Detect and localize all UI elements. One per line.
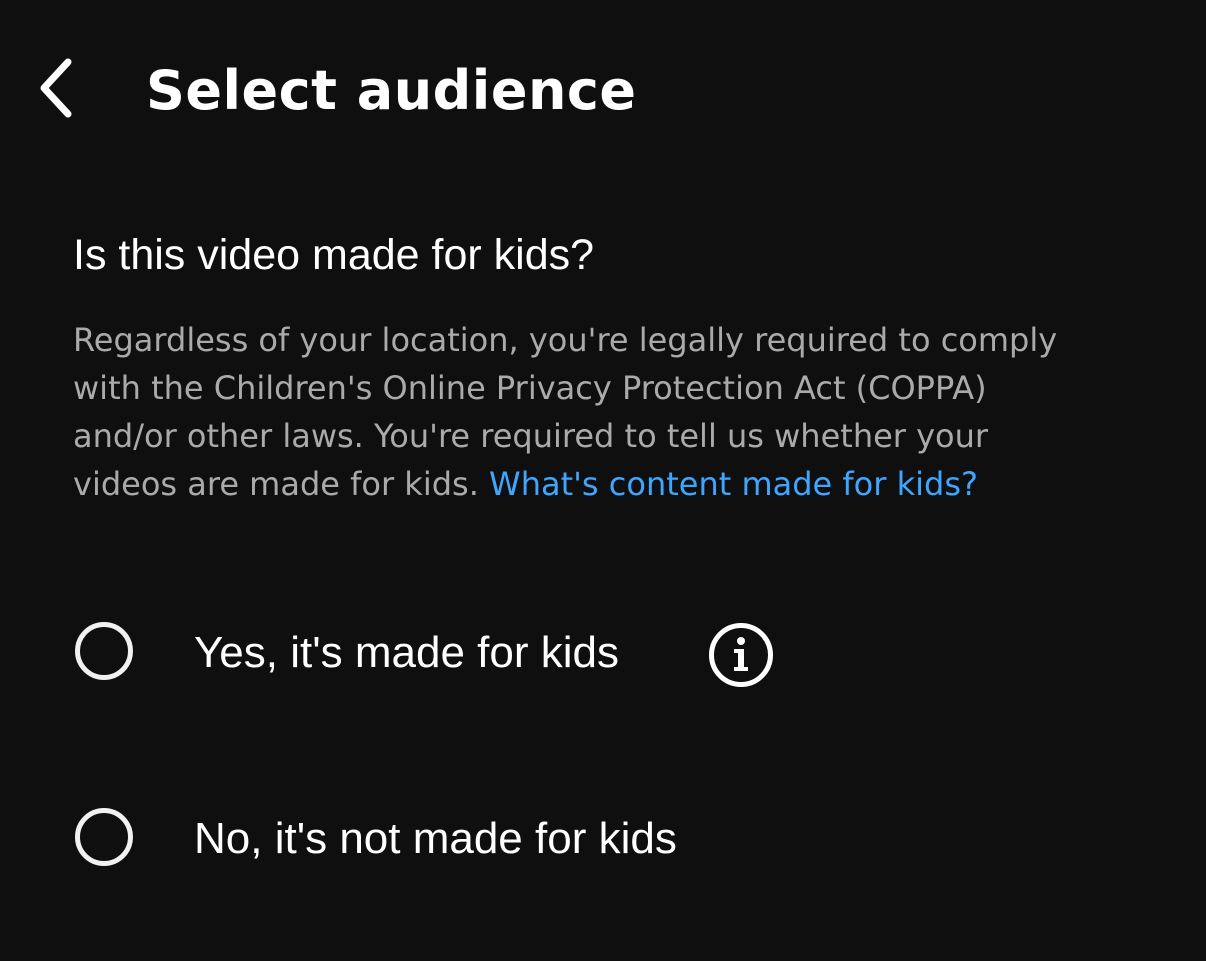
- header-bar: Select audience: [0, 0, 1206, 180]
- description-line-text: videos are made for kids.: [73, 465, 490, 503]
- radio-button-yes[interactable]: [75, 622, 133, 680]
- chevron-left-icon: [40, 58, 72, 118]
- content-made-for-kids-link[interactable]: What's content made for kids?: [489, 465, 978, 503]
- option-no-label: No, it's not made for kids: [194, 814, 677, 863]
- page-title: Select audience: [146, 59, 637, 122]
- description-line: with the Children's Online Privacy Prote…: [73, 369, 987, 407]
- radio-button-no[interactable]: [75, 808, 133, 866]
- info-button[interactable]: [708, 622, 774, 688]
- back-button[interactable]: [28, 50, 88, 126]
- option-no-not-made-for-kids[interactable]: No, it's not made for kids: [72, 805, 772, 877]
- description-line-last: videos are made for kids. What's content…: [73, 460, 1153, 508]
- coppa-description: Regardless of your location, you're lega…: [73, 316, 1153, 508]
- option-yes-made-for-kids[interactable]: Yes, it's made for kids: [72, 619, 792, 691]
- option-yes-label: Yes, it's made for kids: [194, 628, 619, 677]
- question-heading: Is this video made for kids?: [73, 231, 595, 279]
- info-icon: [709, 623, 773, 687]
- description-line: Regardless of your location, you're lega…: [73, 321, 1058, 359]
- description-line: and/or other laws. You're required to te…: [73, 417, 989, 455]
